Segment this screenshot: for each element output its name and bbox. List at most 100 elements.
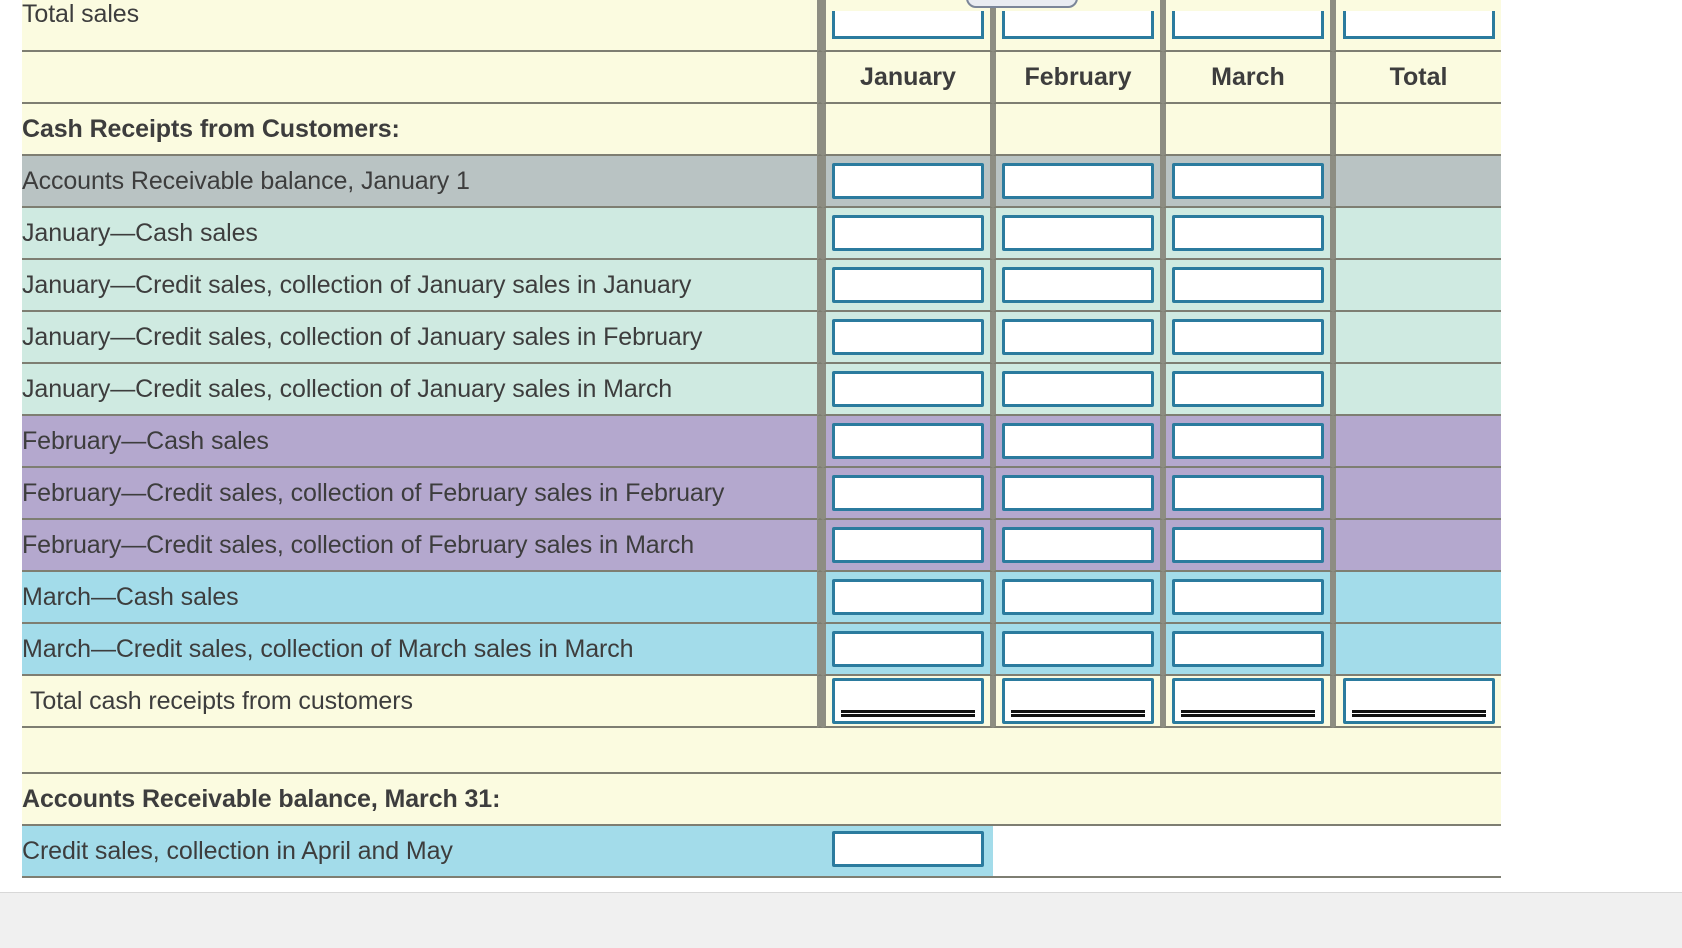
row-label-credit-sales-april-may: Credit sales, collection in April and Ma… — [22, 826, 817, 878]
cell-march — [1163, 312, 1333, 364]
footer-heading-ar-balance: Accounts Receivable balance, March 31: — [22, 774, 1501, 826]
input-march[interactable] — [1172, 267, 1324, 303]
section-heading-cash-receipts: Cash Receipts from Customers: — [22, 104, 817, 156]
cell-february — [993, 260, 1163, 312]
input-january[interactable] — [832, 475, 984, 511]
input-february[interactable] — [1002, 423, 1154, 459]
table-row-section-heading: Cash Receipts from Customers: — [22, 104, 1501, 156]
cell-february — [993, 624, 1163, 676]
input-march[interactable] — [1172, 631, 1324, 667]
row-label: January—Cash sales — [22, 208, 817, 260]
row-label-total-cash-receipts: Total cash receipts from customers — [22, 676, 817, 728]
cell-march — [1163, 364, 1333, 416]
cell-total-march — [1163, 676, 1333, 728]
input-credit-sales-april-may[interactable] — [832, 830, 984, 867]
input-march[interactable] — [1172, 475, 1324, 511]
input-february[interactable] — [1002, 371, 1154, 407]
cell-january — [823, 572, 993, 624]
cell-february — [993, 520, 1163, 572]
cell-total — [1333, 364, 1501, 416]
row-label: March—Credit sales, collection of March … — [22, 624, 817, 676]
cell-march — [1163, 416, 1333, 468]
input-january[interactable] — [832, 423, 984, 459]
cell-march — [1163, 208, 1333, 260]
table-row: January—Cash sales — [22, 208, 1501, 260]
input-february[interactable] — [1002, 267, 1154, 303]
input-march[interactable] — [1172, 527, 1324, 563]
budget-worksheet: Total sales January February March Total — [22, 0, 1501, 878]
input-january[interactable] — [832, 631, 984, 667]
cell-march — [1163, 156, 1333, 208]
cell-total-sales-total — [1333, 0, 1501, 52]
input-total-march[interactable] — [1172, 678, 1324, 724]
input-february[interactable] — [1002, 163, 1154, 199]
input-february[interactable] — [1002, 579, 1154, 615]
cell-january — [823, 468, 993, 520]
row-label-total-sales: Total sales — [22, 0, 817, 52]
cell-total — [1333, 572, 1501, 624]
input-january[interactable] — [832, 527, 984, 563]
cell-heading-january — [823, 104, 993, 156]
double-rule — [841, 710, 975, 717]
row-label: January—Credit sales, collection of Janu… — [22, 312, 817, 364]
spacer-cell — [22, 728, 1501, 774]
page-gutter — [0, 892, 1682, 948]
input-total-february[interactable] — [1002, 678, 1154, 724]
column-header-february: February — [993, 52, 1163, 104]
input-february[interactable] — [1002, 319, 1154, 355]
double-rule — [1351, 710, 1486, 717]
input-march[interactable] — [1172, 423, 1324, 459]
cell-total — [1333, 624, 1501, 676]
cell-january — [823, 364, 993, 416]
cell-february — [993, 416, 1163, 468]
input-february[interactable] — [1002, 631, 1154, 667]
cell-january — [823, 156, 993, 208]
table-header-row: January February March Total — [22, 52, 1501, 104]
input-march[interactable] — [1172, 579, 1324, 615]
row-label: Accounts Receivable balance, January 1 — [22, 156, 817, 208]
cell-total — [1333, 156, 1501, 208]
input-march[interactable] — [1172, 371, 1324, 407]
cell-march — [1163, 572, 1333, 624]
table-row-spacer — [22, 728, 1501, 774]
input-february[interactable] — [1002, 215, 1154, 251]
cell-january — [823, 208, 993, 260]
table-row-footer-heading: Accounts Receivable balance, March 31: — [22, 774, 1501, 826]
cell-total-grand — [1333, 676, 1501, 728]
input-total-sales-january[interactable] — [832, 11, 984, 39]
input-march[interactable] — [1172, 319, 1324, 355]
input-january[interactable] — [832, 319, 984, 355]
table-row: March—Cash sales — [22, 572, 1501, 624]
table-row: March—Credit sales, collection of March … — [22, 624, 1501, 676]
input-february[interactable] — [1002, 475, 1154, 511]
cell-total — [1333, 312, 1501, 364]
cell-march — [1163, 624, 1333, 676]
cell-heading-february — [993, 104, 1163, 156]
table-row-footer: Credit sales, collection in April and Ma… — [22, 826, 1501, 878]
input-march[interactable] — [1172, 163, 1324, 199]
row-label: February—Credit sales, collection of Feb… — [22, 468, 817, 520]
input-total-grand[interactable] — [1342, 678, 1495, 724]
input-march[interactable] — [1172, 215, 1324, 251]
input-total-sales-total[interactable] — [1342, 11, 1495, 39]
footer-empty-cells — [993, 826, 1501, 878]
input-february[interactable] — [1002, 527, 1154, 563]
column-header-january: January — [823, 52, 993, 104]
input-january[interactable] — [832, 579, 984, 615]
cell-january — [823, 260, 993, 312]
input-january[interactable] — [832, 267, 984, 303]
input-total-sales-february[interactable] — [1002, 11, 1154, 39]
input-january[interactable] — [832, 163, 984, 199]
input-total-january[interactable] — [832, 678, 984, 724]
cell-february — [993, 364, 1163, 416]
table-row: February—Cash sales — [22, 416, 1501, 468]
cell-february — [993, 468, 1163, 520]
input-january[interactable] — [832, 371, 984, 407]
table-row: January—Credit sales, collection of Janu… — [22, 260, 1501, 312]
cell-heading-total — [1333, 104, 1501, 156]
input-january[interactable] — [832, 215, 984, 251]
cell-march — [1163, 468, 1333, 520]
cell-february — [993, 572, 1163, 624]
input-total-sales-march[interactable] — [1172, 11, 1324, 39]
cell-total-february — [993, 676, 1163, 728]
